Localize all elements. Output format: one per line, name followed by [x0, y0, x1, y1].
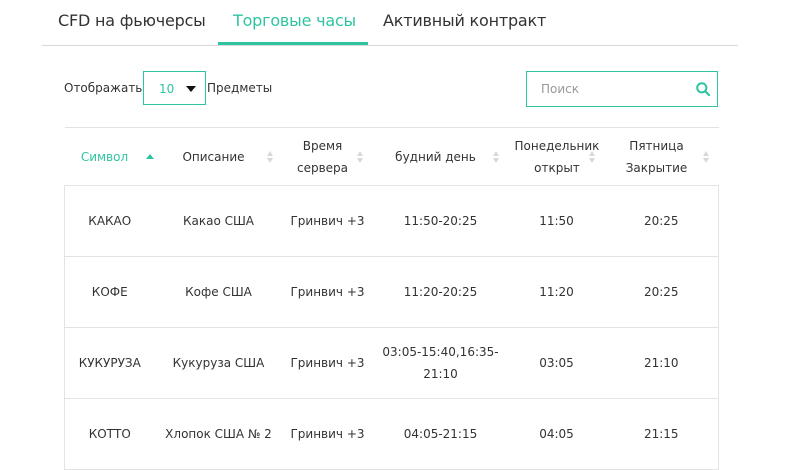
sort-ascending-icon: [145, 153, 154, 159]
cell-monday-open: 03:05: [508, 327, 605, 399]
active-tab-indicator: [218, 42, 368, 45]
cell-symbol: КАКАО: [64, 185, 155, 257]
cell-monday-open: 04:05: [508, 398, 605, 470]
cell-monday-open: 11:20: [508, 256, 605, 328]
sort-icon: [356, 150, 365, 164]
cell-weekday: 11:50-20:25: [372, 185, 509, 257]
cell-symbol: КОФЕ: [64, 256, 155, 328]
cell-symbol: КОТТО: [64, 398, 155, 470]
cell-server-time: Гринвич +3: [282, 185, 373, 257]
cell-symbol: КУКУРУЗА: [64, 327, 155, 399]
cell-friday-close: 21:10: [604, 327, 719, 399]
table-row: КУКУРУЗА Кукуруза США Гринвич +3 03:05-1…: [64, 327, 719, 399]
sort-icon: [588, 150, 597, 164]
column-header-monday-open[interactable]: Понедельник открыт: [508, 127, 605, 186]
search-input[interactable]: [527, 72, 687, 106]
cell-server-time: Гринвич +3: [282, 327, 373, 399]
column-header-label: Описание: [182, 149, 245, 164]
cell-description: Кукуруза США: [154, 327, 283, 399]
column-header-weekday[interactable]: будний день: [372, 127, 509, 186]
cell-server-time: Гринвич +3: [282, 398, 373, 470]
cell-friday-close: 20:25: [604, 256, 719, 328]
cell-monday-open: 11:50: [508, 185, 605, 257]
column-header-label: Символ: [80, 149, 129, 164]
search-box: [526, 71, 718, 107]
cell-description: Хлопок США № 2: [154, 398, 283, 470]
cell-description: Кофе США: [154, 256, 283, 328]
cell-friday-close: 21:15: [604, 398, 719, 470]
column-header-description[interactable]: Описание: [154, 127, 283, 186]
cell-description: Какао США: [154, 185, 283, 257]
column-header-server-time[interactable]: Время сервера: [282, 127, 373, 186]
column-header-symbol[interactable]: Символ: [64, 127, 155, 186]
cell-weekday: 11:20-20:25: [372, 256, 509, 328]
cell-weekday: 03:05-15:40,16:35-21:10: [372, 327, 509, 399]
tab-trading-hours[interactable]: Торговые часы: [233, 11, 356, 30]
sort-icon: [702, 150, 711, 164]
show-label: Отображать: [64, 81, 143, 95]
cell-friday-close: 20:25: [604, 185, 719, 257]
table-row: КОФЕ Кофе США Гринвич +3 11:20-20:25 11:…: [64, 256, 719, 328]
tab-active-contract[interactable]: Активный контракт: [383, 11, 546, 30]
page-length-value: 10: [159, 82, 175, 96]
column-header-label: Пятница Закрытие: [625, 138, 688, 175]
column-header-friday-close[interactable]: Пятница Закрытие: [604, 127, 719, 186]
table-header-row: Символ Описание Время сервера будний ден…: [64, 127, 719, 186]
cell-weekday: 04:05-21:15: [372, 398, 509, 470]
search-icon[interactable]: [695, 81, 711, 97]
caret-down-icon: [186, 86, 196, 92]
table-row: КОТТО Хлопок США № 2 Гринвич +3 04:05-21…: [64, 398, 719, 470]
cell-server-time: Гринвич +3: [282, 256, 373, 328]
table-controls: Отображать 10 Предметы: [64, 71, 718, 107]
sort-icon: [492, 150, 501, 164]
tab-cfd-futures[interactable]: CFD на фьючерсы: [58, 11, 206, 30]
page-length-select[interactable]: 10: [143, 71, 206, 105]
items-label: Предметы: [207, 81, 273, 95]
table-row: КАКАО Какао США Гринвич +3 11:50-20:25 1…: [64, 185, 719, 257]
sort-icon: [266, 150, 275, 164]
tab-bar: CFD на фьючерсы Торговые часы Активный к…: [42, 0, 738, 46]
column-header-label: Время сервера: [296, 138, 349, 175]
trading-hours-table: Символ Описание Время сервера будний ден…: [64, 127, 719, 470]
column-header-label: будний день: [395, 149, 476, 164]
